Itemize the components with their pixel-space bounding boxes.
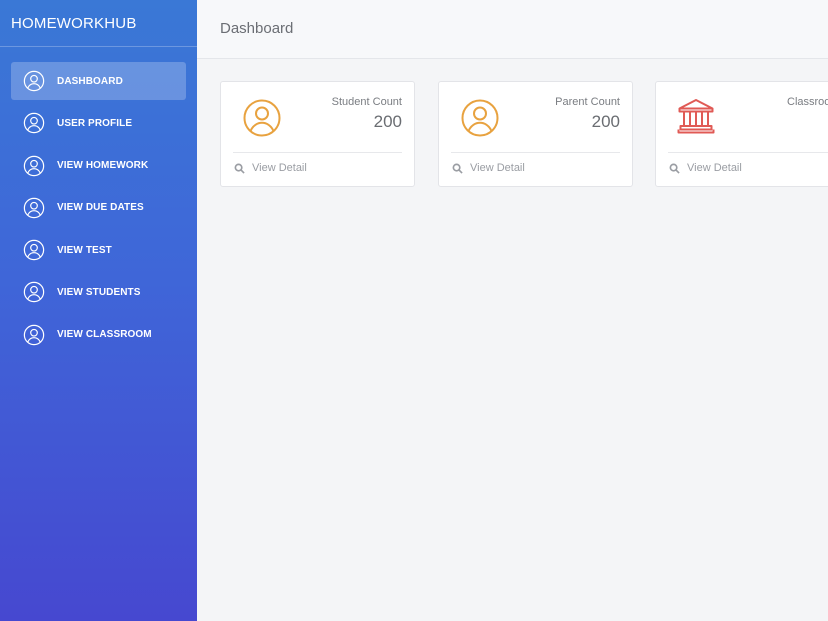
sidebar-item-label: VIEW HOMEWORK xyxy=(57,160,149,172)
user-circle-icon xyxy=(23,155,45,176)
user-circle-icon xyxy=(23,324,45,346)
view-detail-label: View Detail xyxy=(470,162,525,174)
user-circle-icon xyxy=(23,70,45,92)
view-detail-link[interactable]: View Detail xyxy=(234,162,307,174)
classroom-count-card: Classroo View Detail xyxy=(655,81,828,187)
user-circle-icon xyxy=(23,282,45,303)
search-icon xyxy=(234,163,245,174)
parent-count-card: Parent Count 200 View Detail xyxy=(438,81,633,187)
sidebar-item-view-homework[interactable]: VIEW HOMEWORK xyxy=(11,147,186,185)
sidebar-item-label: VIEW DUE DATES xyxy=(57,202,144,214)
user-circle-icon xyxy=(23,239,45,261)
card-divider xyxy=(668,152,828,153)
card-value: 200 xyxy=(373,112,402,131)
student-count-card: Student Count 200 View Detail xyxy=(220,81,415,187)
user-circle-icon xyxy=(23,197,45,219)
sidebar-item-view-test[interactable]: VIEW TEST xyxy=(11,231,186,269)
page-title: Dashboard xyxy=(220,20,294,37)
sidebar-item-user-profile[interactable]: USER PROFILE xyxy=(11,104,186,142)
sidebar-item-dashboard[interactable]: DASHBOARD xyxy=(11,62,186,100)
user-circle-icon xyxy=(461,99,499,137)
view-detail-label: View Detail xyxy=(687,162,742,174)
sidebar-item-view-classroom[interactable]: VIEW CLASSROOM xyxy=(11,316,186,354)
card-divider xyxy=(233,152,402,153)
user-circle-icon xyxy=(243,99,281,137)
search-icon xyxy=(669,163,680,174)
card-value: 200 xyxy=(591,112,620,131)
sidebar-item-label: USER PROFILE xyxy=(57,117,133,129)
card-label: Classroo xyxy=(787,96,828,108)
sidebar-item-view-due-dates[interactable]: VIEW DUE DATES xyxy=(11,189,186,227)
sidebar-item-label: VIEW TEST xyxy=(57,244,112,256)
search-icon xyxy=(452,163,463,174)
top-bar: Dashboard xyxy=(197,0,828,59)
view-detail-link[interactable]: View Detail xyxy=(669,162,742,174)
card-divider xyxy=(451,152,620,153)
main-content: Dashboard Student Count 200 View Detail … xyxy=(197,0,828,621)
sidebar-item-label: VIEW STUDENTS xyxy=(57,286,141,298)
brand-logo[interactable]: HOMEWORKHUB xyxy=(0,0,197,47)
view-detail-label: View Detail xyxy=(252,162,307,174)
sidebar-nav: DASHBOARD USER PROFILE VIEW HOMEWORK VIE… xyxy=(0,47,197,354)
bank-icon xyxy=(677,99,715,134)
stat-cards: Student Count 200 View Detail Parent Cou… xyxy=(220,81,828,189)
user-circle-icon xyxy=(23,113,45,134)
sidebar: HOMEWORKHUB DASHBOARD USER PROFILE VIEW … xyxy=(0,0,197,621)
card-label: Parent Count xyxy=(555,96,620,108)
sidebar-item-view-students[interactable]: VIEW STUDENTS xyxy=(11,273,186,311)
sidebar-item-label: VIEW CLASSROOM xyxy=(57,329,152,341)
card-label: Student Count xyxy=(331,96,402,108)
view-detail-link[interactable]: View Detail xyxy=(452,162,525,174)
sidebar-item-label: DASHBOARD xyxy=(57,75,123,87)
